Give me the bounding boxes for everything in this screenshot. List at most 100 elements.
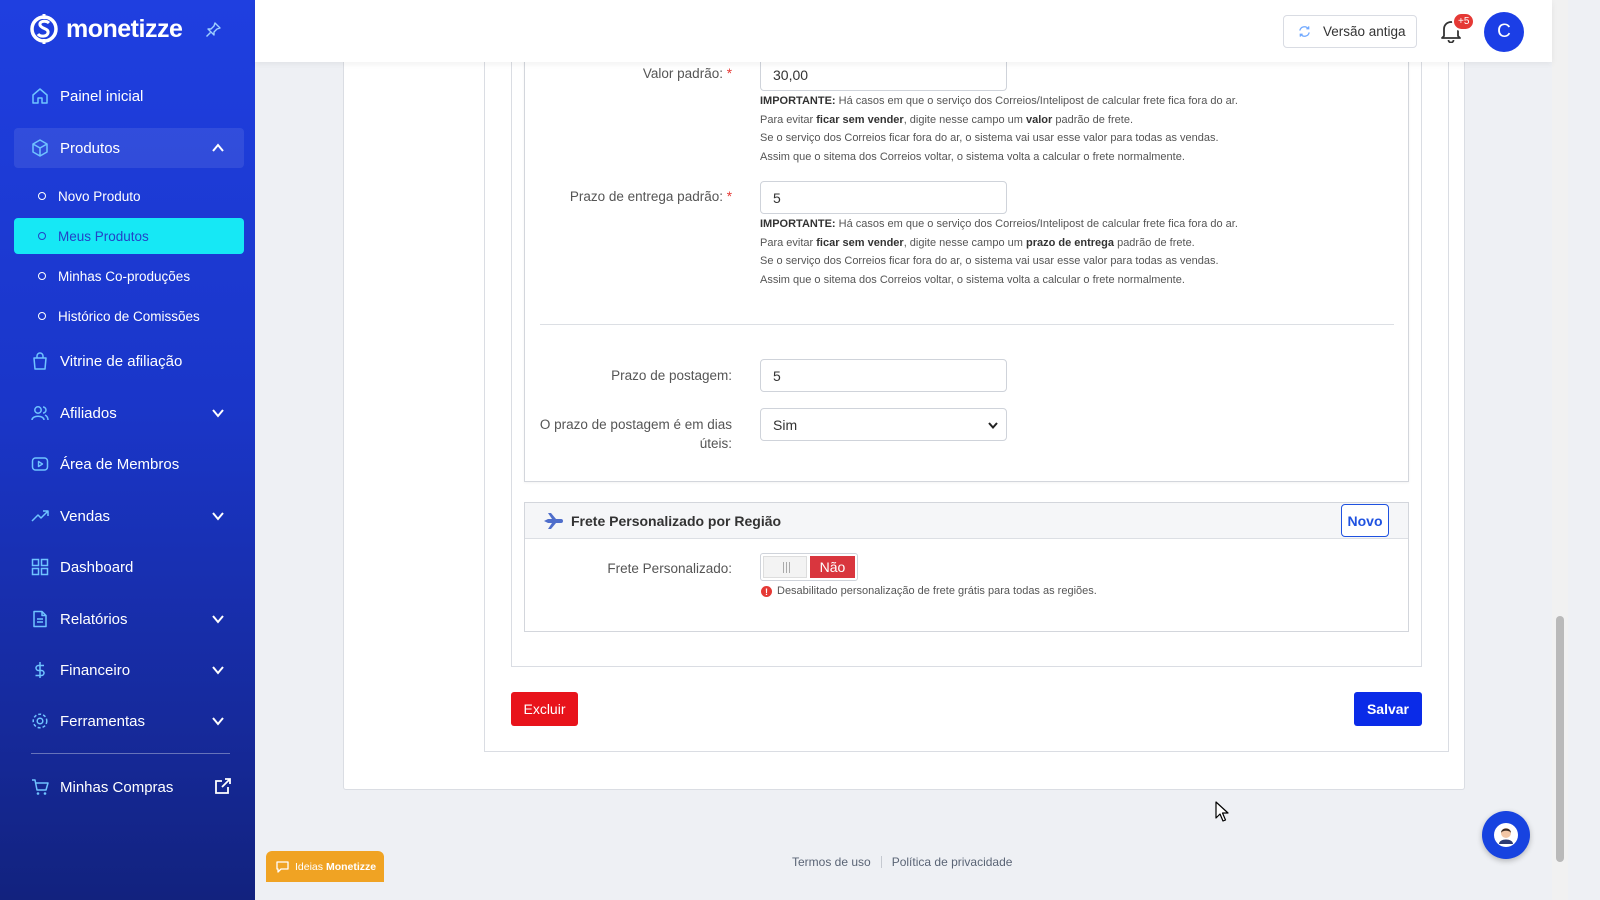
chevron-down-icon <box>212 666 224 675</box>
brand-logo[interactable]: monetizze <box>30 12 183 46</box>
valor-padrao-input[interactable]: 30,00 <box>760 58 1007 91</box>
prazo-entrega-help: IMPORTANTE: Há casos em que o serviço do… <box>760 215 1238 290</box>
prazo-entrega-label: Prazo de entrega padrão: * <box>540 189 732 204</box>
help-line: Assim que o sitema dos Correios voltar, … <box>760 274 1185 287</box>
frete-personalizado-toggle[interactable]: Não <box>760 553 858 581</box>
help-text: , digite nesse campo um <box>903 113 1026 126</box>
chevron-down-icon <box>212 615 224 624</box>
trending-up-icon <box>31 510 49 522</box>
input-value: 5 <box>773 189 781 206</box>
label-line: úteis: <box>699 436 732 451</box>
scrollbar-thumb[interactable] <box>1556 616 1564 862</box>
label-text: Prazo de entrega padrão: <box>569 189 723 204</box>
old-version-button[interactable]: Versão antiga <box>1283 15 1417 48</box>
sidebar-item-financeiro[interactable]: Financeiro <box>14 650 244 690</box>
sidebar-item-dashboard[interactable]: Dashboard <box>14 547 244 587</box>
sidebar-subitem-novo-produto[interactable]: Novo Produto <box>14 178 244 214</box>
prazo-entrega-input[interactable]: 5 <box>760 181 1007 214</box>
alert-icon: ! <box>761 586 772 597</box>
label-line: O prazo de postagem é em dias <box>539 417 732 432</box>
dias-uteis-select[interactable]: Sim <box>760 408 1007 441</box>
sidebar-item-vendas[interactable]: Vendas <box>14 496 244 536</box>
sidebar-item-label: Área de Membros <box>60 455 180 473</box>
sidebar: monetizze Painel inicial Produtos Novo P… <box>0 0 255 900</box>
sidebar-item-minhas-compras[interactable]: Minhas Compras <box>14 767 244 807</box>
sidebar-subitem-meus-produtos[interactable]: Meus Produtos <box>14 218 244 254</box>
sidebar-item-label: Afiliados <box>60 404 117 422</box>
pin-icon[interactable] <box>205 22 221 38</box>
help-bold: IMPORTANTE: <box>760 218 836 230</box>
sidebar-item-afiliados[interactable]: Afiliados <box>14 393 244 433</box>
ideas-prefix: Ideias <box>295 860 324 873</box>
sidebar-item-ferramentas[interactable]: Ferramentas <box>14 701 244 741</box>
gear-icon <box>32 713 48 729</box>
footer-separator <box>880 856 882 868</box>
delete-button[interactable]: Excluir <box>511 692 578 726</box>
save-button[interactable]: Salvar <box>1354 692 1422 726</box>
sidebar-item-area-membros[interactable]: Área de Membros <box>14 444 244 484</box>
topbar: Versão antiga +5 C <box>255 0 1552 62</box>
sidebar-subitem-historico-comissoes[interactable]: Histórico de Comissões <box>14 298 244 334</box>
page-scrollbar[interactable] <box>1552 0 1568 900</box>
sidebar-item-vitrine[interactable]: Vitrine de afiliação <box>14 341 244 381</box>
input-value: 5 <box>773 367 781 384</box>
chevron-down-icon <box>212 409 224 418</box>
sidebar-item-label: Vitrine de afiliação <box>60 352 183 370</box>
toggle-state-label: Não <box>810 556 855 578</box>
toggle-handle[interactable] <box>763 556 807 578</box>
sidebar-item-label: Ferramentas <box>60 712 146 730</box>
grid-icon <box>31 558 49 576</box>
section-divider <box>540 324 1394 325</box>
brand-name: monetizze <box>66 14 183 43</box>
sidebar-divider <box>31 753 230 754</box>
document-icon <box>33 610 47 628</box>
frete-card-title: Frete Personalizado por Região <box>571 513 782 529</box>
ideas-tab[interactable]: Ideias Monetizze <box>266 851 384 882</box>
terms-link[interactable]: Termos de uso <box>792 855 871 869</box>
label-text: Valor padrão: <box>642 66 723 81</box>
support-chat-button[interactable] <box>1482 811 1530 859</box>
frete-disabled-message: Desabilitado personalização de frete grá… <box>777 585 1097 597</box>
sidebar-item-label: Minhas Compras <box>60 778 174 796</box>
prazo-postagem-input[interactable]: 5 <box>760 359 1007 392</box>
required-mark: * <box>726 189 732 204</box>
home-icon <box>32 88 48 104</box>
help-text: Para evitar <box>760 236 817 249</box>
sidebar-subitem-minhas-coproducoes[interactable]: Minhas Co-produções <box>14 258 244 294</box>
select-value: Sim <box>773 416 798 433</box>
chat-icon <box>276 860 289 873</box>
chevron-up-icon <box>212 143 224 152</box>
video-play-icon <box>31 457 49 471</box>
valor-padrao-label: Valor padrão: * <box>560 66 732 81</box>
frete-card-header: Frete Personalizado por Região Novo <box>525 503 1408 539</box>
help-bold: valor <box>1025 113 1053 126</box>
prazo-postagem-label: Prazo de postagem: <box>611 368 732 383</box>
avatar[interactable]: C <box>1484 12 1524 52</box>
help-text: padrão de frete. <box>1052 113 1134 126</box>
chevron-down-icon <box>212 717 224 726</box>
privacy-link[interactable]: Política de privacidade <box>892 855 1013 869</box>
dollar-icon <box>35 662 45 678</box>
bullet-icon <box>38 272 46 280</box>
frete-personalizado-label: Frete Personalizado: <box>607 561 732 576</box>
refresh-icon <box>1299 26 1310 37</box>
sidebar-item-painel-inicial[interactable]: Painel inicial <box>14 76 244 116</box>
valor-padrao-help: IMPORTANTE: Há casos em que o serviço do… <box>760 92 1238 167</box>
sidebar-item-produtos[interactable]: Produtos <box>14 128 244 168</box>
new-region-button[interactable]: Novo <box>1341 504 1389 537</box>
sidebar-subitem-label: Histórico de Comissões <box>58 308 200 324</box>
bullet-icon <box>38 192 46 200</box>
chevron-down-icon <box>988 421 998 429</box>
old-version-label: Versão antiga <box>1323 24 1406 39</box>
sidebar-item-label: Produtos <box>60 139 121 157</box>
help-text: Há casos em que o serviço dos Correios/I… <box>835 218 1238 230</box>
help-text: Há casos em que o serviço dos Correios/I… <box>835 95 1238 107</box>
bullet-icon <box>38 312 46 320</box>
users-icon <box>31 406 49 421</box>
bullet-icon <box>38 232 46 240</box>
airplane-icon <box>544 513 563 529</box>
box-icon <box>32 139 48 157</box>
support-agent-icon <box>1494 823 1518 847</box>
sidebar-item-relatorios[interactable]: Relatórios <box>14 599 244 639</box>
chevron-down-icon <box>212 512 224 521</box>
